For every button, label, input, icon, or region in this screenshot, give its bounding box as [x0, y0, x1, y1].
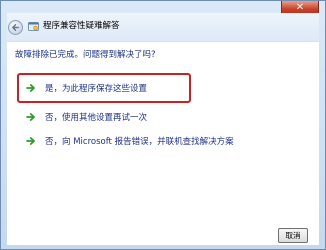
- option-label: 是，为此程序保存这些设置: [45, 84, 148, 94]
- cancel-button[interactable]: 取消: [278, 228, 308, 243]
- green-arrow-icon: [26, 137, 35, 145]
- option-label: 否，使用其他设置再试一次: [45, 113, 148, 123]
- green-arrow-icon: [26, 84, 35, 92]
- option-save-settings[interactable]: 是，为此程序保存这些设置: [26, 81, 147, 95]
- dialog-window: ✕ 程序兼容性疑难解答 故障排除已完成。问题得到解决了吗? 是，为此程序保存这些…: [0, 0, 326, 250]
- option-try-again[interactable]: 否，使用其他设置再试一次: [26, 110, 147, 124]
- compatibility-icon: [28, 22, 39, 31]
- back-button[interactable]: [8, 20, 23, 35]
- back-arrow-icon: [12, 24, 19, 31]
- status-message: 故障排除已完成。问题得到解决了吗?: [15, 50, 156, 60]
- option-report-online[interactable]: 否，向 Microsoft 报告错误，并联机查找解决方案: [26, 134, 234, 148]
- window-title: 程序兼容性疑难解答: [43, 21, 120, 31]
- green-arrow-icon: [26, 113, 35, 121]
- option-label: 否，向 Microsoft 报告错误，并联机查找解决方案: [45, 137, 234, 147]
